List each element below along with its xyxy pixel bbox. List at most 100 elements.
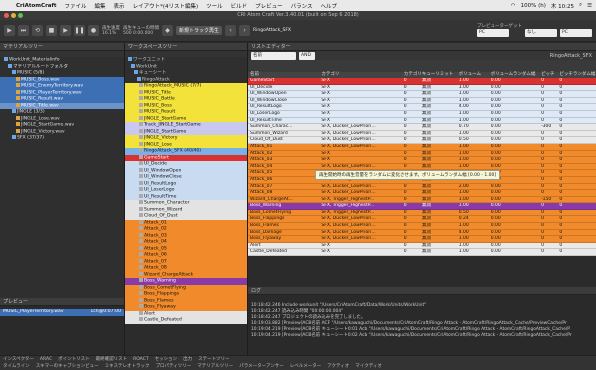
cell-vol[interactable]: 1.00	[459, 91, 491, 97]
cell-p[interactable]: 0	[541, 111, 559, 117]
cell-n[interactable]: UI_Decide	[248, 85, 321, 91]
menu-layout[interactable]: レイアウト*(4リスト編集)	[129, 2, 203, 10]
menu-list-icon[interactable]: ☰	[587, 3, 592, 9]
cell-vol[interactable]: 1.00	[459, 203, 491, 209]
table-row[interactable]: GameStart SFX 0 無効 1.00 0.00 0 0	[248, 78, 596, 85]
cell-cat[interactable]: SFX, Ducker_LowPriori...	[321, 216, 403, 222]
cell-n[interactable]: UI_LoserLogo	[248, 111, 321, 117]
cell-pr[interactable]: 0	[559, 157, 596, 163]
table-row[interactable]: UI_WindowOpen SFX 0 無効 1.00 0.00 0 0	[248, 91, 596, 98]
cell-pr[interactable]: 0	[559, 124, 596, 130]
cell-vr[interactable]: 0.00	[491, 197, 541, 203]
cell-lim[interactable]: 0	[404, 151, 422, 157]
cell-n[interactable]: GameStart	[248, 78, 321, 84]
cell-vr[interactable]: 0.00	[491, 98, 541, 104]
cell-cat[interactable]: SFX, Ducker_LowPriori...	[321, 230, 403, 236]
bottom-tab[interactable]: プロパティツリー	[156, 363, 192, 370]
cell-pr[interactable]: 0	[559, 164, 596, 170]
time-value-2[interactable]: 0:00.000	[133, 31, 153, 36]
cell-pr[interactable]: 0	[559, 230, 596, 236]
cell-vr[interactable]: 0.00	[491, 124, 541, 130]
cell-lim[interactable]: 0	[404, 157, 422, 163]
preview-target-select[interactable]: PC	[477, 29, 509, 37]
cell-lim[interactable]: 0	[404, 85, 422, 91]
menu-preview[interactable]: プレビュー	[251, 2, 287, 10]
cell-vr[interactable]: 0.00	[491, 230, 541, 236]
table-row[interactable]: Attack_03 SFX 0 無効 1.00 0.00 0 0	[248, 157, 596, 164]
bottom-tab[interactable]: ポイントリスト	[58, 356, 90, 363]
cell-vr[interactable]: 0.00	[491, 249, 541, 255]
bottom-tab[interactable]: タイムライン	[3, 363, 30, 370]
cell-n[interactable]: Boss_Damage	[248, 230, 321, 236]
cell-mode[interactable]: 無効	[422, 85, 459, 91]
bottom-tab[interactable]: インスペクター	[3, 356, 34, 363]
cell-cat[interactable]: SFX	[321, 151, 403, 157]
cell-cat[interactable]: SFX, Ducker_LowPriori...	[321, 236, 403, 242]
cell-p[interactable]: 0	[541, 230, 559, 236]
new-track-play-button[interactable]: 新規トラック再生	[176, 26, 223, 35]
bottom-tab[interactable]: ミキステレオトラック	[105, 363, 150, 370]
cell-cat[interactable]: SFX, Trigger_HighestP...	[321, 203, 403, 209]
cell-p[interactable]: 0	[541, 170, 559, 176]
cell-vr[interactable]: 0.00	[491, 137, 541, 143]
cell-pr[interactable]: 0	[559, 249, 596, 255]
cell-cat[interactable]: SFX	[321, 157, 403, 163]
cell-vol[interactable]: 1.00	[459, 78, 491, 84]
table-row[interactable]: UI_LoserLogo SFX 0 無効 1.00 0.00 0 0	[248, 110, 596, 118]
table-row[interactable]: UI_Decide SFX 0 無効 1.00 0.00 0 0	[248, 84, 596, 92]
cell-p[interactable]: 0	[541, 236, 559, 242]
cell-vol[interactable]: 0.50	[459, 210, 491, 216]
cell-mode[interactable]: 無効	[422, 223, 459, 229]
cell-vol[interactable]: 1.00	[459, 144, 491, 150]
bottom-tab[interactable]: スキマーのキャプションビュー	[36, 363, 99, 370]
stop-icon[interactable]: ■	[46, 25, 57, 36]
cell-cat[interactable]: SFX	[321, 243, 403, 249]
cell-n[interactable]: Attack_01	[248, 144, 321, 150]
cell-n[interactable]: Attack_04	[248, 164, 321, 170]
cell-cat[interactable]: SFX, Ducker_LowPriori...	[321, 137, 403, 143]
cell-mode[interactable]: 無効	[422, 203, 459, 209]
cell-cat[interactable]: SFX, Ducker_LowPriori...	[321, 223, 403, 229]
cell-vr[interactable]: 0.00	[491, 210, 541, 216]
cell-vol[interactable]: 1.00	[459, 223, 491, 229]
cell-vr[interactable]: 0.00	[491, 216, 541, 222]
cell-lim[interactable]: 0	[404, 118, 422, 124]
cell-vol[interactable]: 1.00	[459, 98, 491, 104]
cell-vr[interactable]: 0.00	[491, 236, 541, 242]
table-row[interactable]: Attack_02 SFX 0 無効 1.00 0.00 0 0	[248, 150, 596, 158]
table-row[interactable]: Cloud_Of_Dust SFX, Ducker_LowPriori... 0 無効…	[248, 137, 596, 144]
cell-lim[interactable]: 0	[404, 210, 422, 216]
bottom-tab[interactable]: マテリアルツリー	[197, 363, 233, 370]
table-row[interactable]: UI_ResultLogo SFX 0 無効 4.00 0.00 0 0	[248, 104, 596, 111]
table-row[interactable]: UI_ResultTime SFX 0 無効 1.00 0.00 0 0	[248, 117, 596, 125]
cell-pr[interactable]: 0	[559, 104, 596, 110]
menu-help[interactable]: ヘルプ	[317, 2, 342, 10]
cell-n[interactable]: Cloud_Of_Dust	[248, 137, 321, 143]
cell-n[interactable]: Boss_Flyaway	[248, 236, 321, 242]
cell-pr[interactable]: 0	[559, 118, 596, 124]
cell-lim[interactable]: 0	[404, 137, 422, 143]
clock[interactable]: 木 10:25	[551, 2, 574, 10]
time-value[interactable]: 500	[123, 31, 132, 36]
cell-vr[interactable]: 0.00	[491, 190, 541, 196]
cell-p[interactable]: 0	[541, 177, 559, 183]
cell-pr[interactable]: 0	[559, 144, 596, 150]
cell-n[interactable]: Attack_06	[248, 177, 321, 183]
cell-pr[interactable]: 0	[559, 177, 596, 183]
play-icon[interactable]: ▶	[4, 25, 15, 36]
cell-vr[interactable]: 0.00	[491, 243, 541, 249]
cell-lim[interactable]: 0	[404, 78, 422, 84]
cell-lim[interactable]: 0	[404, 249, 422, 255]
table-row[interactable]: Boss_Warning SFX, Trigger_HighestP... 0 無効 1…	[248, 203, 596, 210]
zoom-window-icon[interactable]	[18, 13, 23, 18]
table-row[interactable]: Castle_Defeated SFX 0 無効 1.00 0.00 0 0	[248, 249, 596, 257]
list-search-input[interactable]: 名前	[251, 51, 296, 60]
cell-mode[interactable]: 無効	[422, 131, 459, 137]
next-icon[interactable]: ⏭	[18, 25, 29, 36]
cell-vol[interactable]: 1.00	[459, 164, 491, 170]
table-row[interactable]: Attack_08 SFX, Ducker_LowPriori... 0 無効 1.00…	[248, 190, 596, 197]
cell-p[interactable]: 0	[541, 98, 559, 104]
target-select[interactable]: PC	[560, 29, 592, 37]
bottom-tab[interactable]: ROACT	[133, 356, 148, 363]
cell-vol[interactable]: 1.00	[459, 190, 491, 196]
